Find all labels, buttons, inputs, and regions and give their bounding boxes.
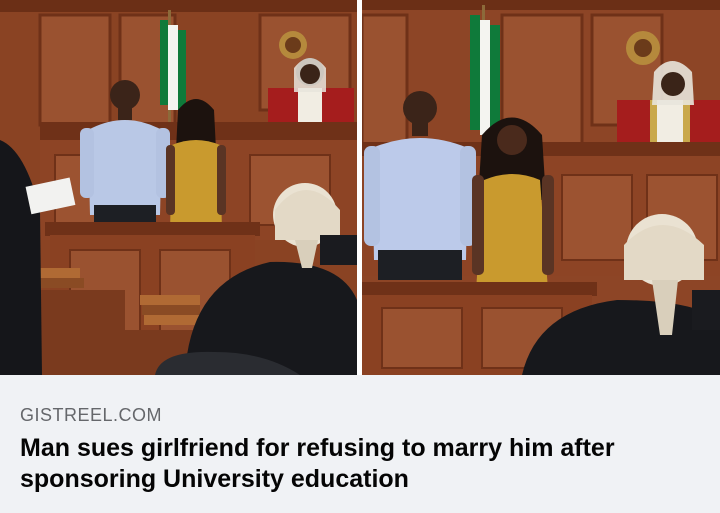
- source-domain[interactable]: GISTREEL.COM: [20, 405, 162, 426]
- courtroom-photo-right[interactable]: [362, 0, 720, 375]
- link-caption[interactable]: GISTREEL.COM Man sues girlfriend for ref…: [0, 375, 720, 513]
- link-preview-card[interactable]: GISTREEL.COM Man sues girlfriend for ref…: [0, 0, 720, 513]
- article-headline[interactable]: Man sues girlfriend for refusing to marr…: [20, 433, 700, 495]
- preview-image-strip[interactable]: [0, 0, 720, 375]
- courtroom-photo-left[interactable]: [0, 0, 357, 375]
- courtroom-scene-right: [362, 0, 720, 375]
- courtroom-scene-left: [0, 0, 357, 375]
